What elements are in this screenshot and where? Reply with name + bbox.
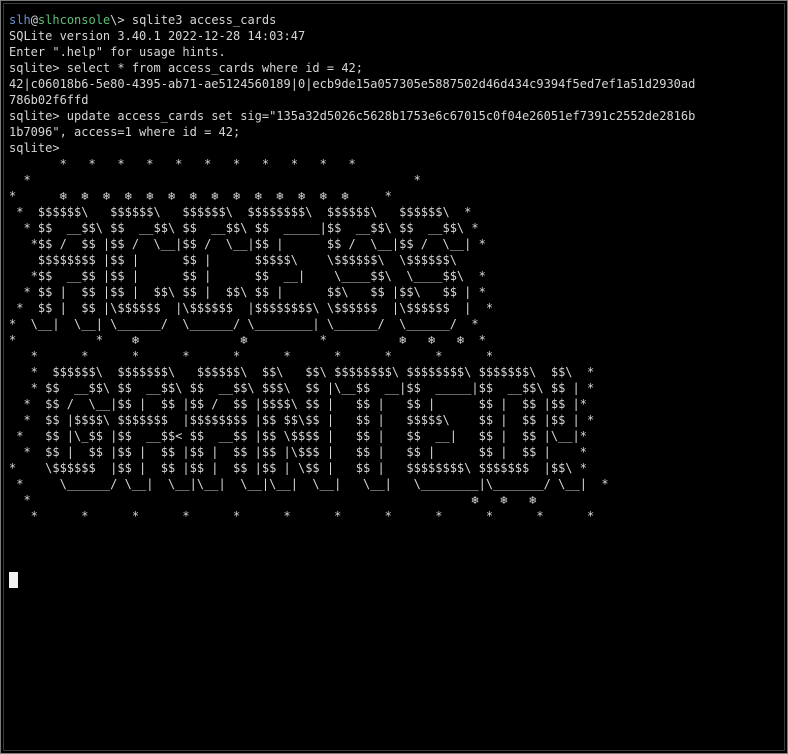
prompt-at: @: [30, 13, 38, 27]
prompt-user: slh: [9, 13, 31, 27]
select-query-line: sqlite> select * from access_cards where…: [9, 61, 364, 75]
query-result-line-1: 42|c06018b6-5e80-4395-ab71-ae5124560189|…: [9, 77, 696, 91]
query-result-line-2: 786b02f6ffd: [9, 93, 89, 107]
sqlite-version-line: SQLite version 3.40.1 2022-12-28 14:03:4…: [9, 29, 306, 43]
terminal-screen[interactable]: slh@slhconsole\> sqlite3 access_cards SQL…: [3, 3, 785, 751]
prompt-path: \>: [110, 13, 125, 27]
access-granted-banner: * * * * * * * * * * * * * * ❄ ❄ ❄ ❄ ❄ ❄ …: [9, 157, 609, 523]
update-query-line-1: sqlite> update access_cards set sig="135…: [9, 109, 696, 123]
sqlite-prompt-line: sqlite>: [9, 141, 60, 155]
help-hint-line: Enter ".help" for usage hints.: [9, 45, 226, 59]
text-cursor[interactable]: [9, 572, 18, 588]
shell-command-line: slh@slhconsole\> sqlite3 access_cards: [9, 12, 784, 28]
terminal-window: slh@slhconsole\> sqlite3 access_cards SQL…: [0, 0, 788, 754]
prompt-host: slhconsole: [37, 13, 111, 27]
initial-command: sqlite3 access_cards: [124, 13, 277, 27]
update-query-line-2: 1b7096", access=1 where id = 42;: [9, 125, 241, 139]
terminal-output: slh@slhconsole\> sqlite3 access_cards SQL…: [9, 12, 784, 524]
